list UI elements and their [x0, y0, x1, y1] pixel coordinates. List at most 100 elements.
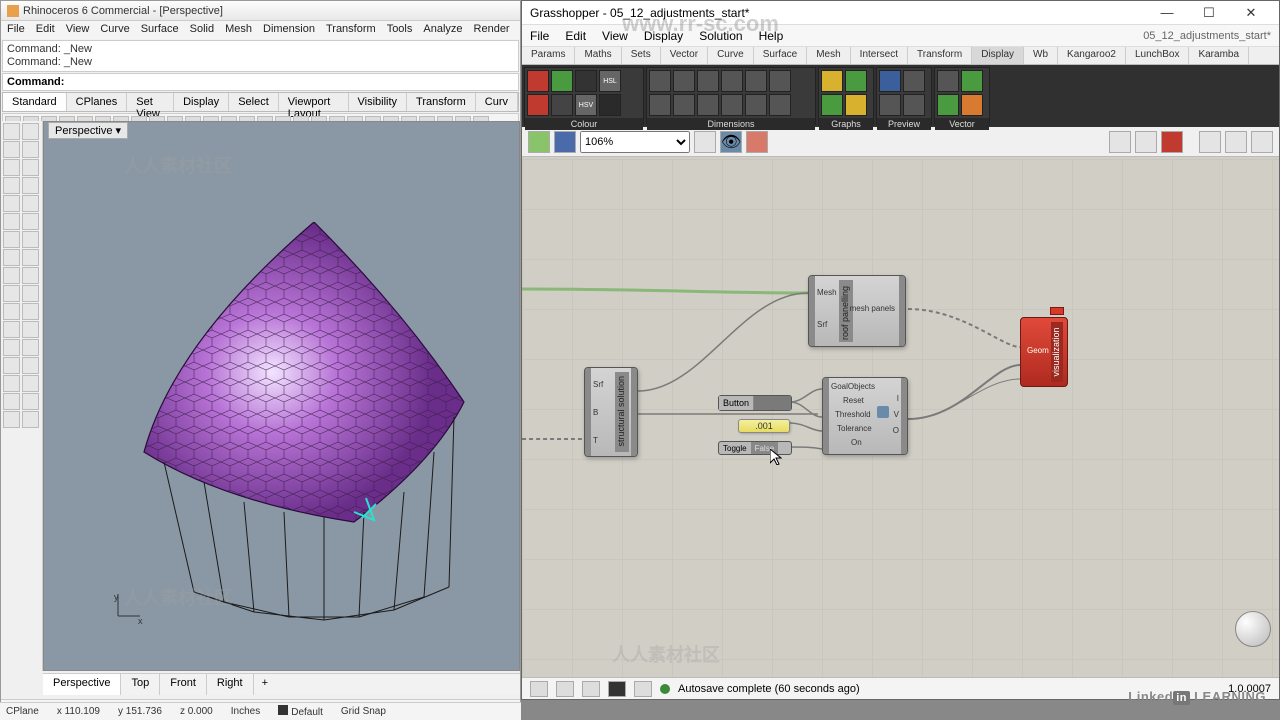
rhino-left-toolbar[interactable] — [1, 121, 43, 671]
tab-standard[interactable]: Standard — [3, 93, 67, 111]
minimize-button[interactable]: — — [1147, 3, 1187, 23]
lt-10[interactable] — [22, 195, 39, 212]
lt-28[interactable] — [22, 357, 39, 374]
lt-21[interactable] — [3, 303, 20, 320]
node-button[interactable]: Button — [718, 395, 792, 411]
lt-7[interactable] — [3, 177, 20, 194]
gh-menu-file[interactable]: File — [530, 29, 549, 43]
lt-3[interactable] — [3, 141, 20, 158]
vtab-front[interactable]: Front — [160, 674, 207, 695]
sb-icon-5[interactable] — [634, 681, 652, 697]
lt-29[interactable] — [3, 375, 20, 392]
ric-icon[interactable] — [937, 70, 959, 92]
gh-menu-edit[interactable]: Edit — [565, 29, 586, 43]
close-button[interactable]: ✕ — [1231, 3, 1271, 23]
tb-r1[interactable] — [1109, 131, 1131, 153]
sb-icon-3[interactable] — [582, 681, 600, 697]
lt-11[interactable] — [3, 213, 20, 230]
status-gridsnap[interactable]: Grid Snap — [341, 706, 386, 717]
ric-icon[interactable] — [649, 70, 671, 92]
node-structural-solution[interactable]: Srf B T structural solution — [584, 367, 638, 457]
tab-viewport-layout[interactable]: Viewport Layout — [279, 93, 349, 111]
ric-icon[interactable] — [721, 70, 743, 92]
vtab-perspective[interactable]: Perspective — [43, 674, 121, 695]
tb-r5[interactable] — [1225, 131, 1247, 153]
rhino-toolbar-tabs[interactable]: Standard CPlanes Set View Display Select… — [2, 92, 519, 112]
ric-icon[interactable] — [745, 94, 767, 116]
ric-icon[interactable] — [599, 94, 621, 116]
gh-tab-mesh[interactable]: Mesh — [807, 47, 850, 64]
gh-tab-intersect[interactable]: Intersect — [851, 47, 908, 64]
ric-icon[interactable] — [769, 94, 791, 116]
gh-tab-display[interactable]: Display — [972, 47, 1024, 64]
ric-icon[interactable] — [903, 70, 925, 92]
gh-ribbon[interactable]: HSLHSV Colour Dimensions Graphs Preview … — [522, 65, 1279, 127]
gh-menu-help[interactable]: Help — [759, 29, 784, 43]
menu-dimension[interactable]: Dimension — [263, 23, 315, 37]
command-input[interactable]: Command: — [2, 73, 519, 91]
tab-curve[interactable]: Curv — [476, 93, 518, 111]
lt-14[interactable] — [22, 231, 39, 248]
tb-r4[interactable] — [1199, 131, 1221, 153]
lt-18[interactable] — [22, 267, 39, 284]
menu-surface[interactable]: Surface — [141, 23, 179, 37]
lt-16[interactable] — [22, 249, 39, 266]
ric-icon[interactable] — [903, 94, 925, 116]
ric-icon[interactable] — [879, 94, 901, 116]
menu-file[interactable]: File — [7, 23, 25, 37]
status-layer[interactable]: Default — [278, 705, 323, 718]
open-icon[interactable] — [528, 131, 550, 153]
gh-menubar[interactable]: File Edit View Display Solution Help 05_… — [522, 25, 1279, 47]
gh-tab-sets[interactable]: Sets — [622, 47, 661, 64]
lt-19[interactable] — [3, 285, 20, 302]
gh-tab-karamba[interactable]: Karamba — [1189, 47, 1249, 64]
tb-r6[interactable] — [1251, 131, 1273, 153]
ric-icon[interactable] — [845, 70, 867, 92]
maximize-button[interactable]: ☐ — [1189, 3, 1229, 23]
gh-tab-params[interactable]: Params — [522, 47, 575, 64]
tab-select[interactable]: Select — [229, 93, 279, 111]
menu-curve[interactable]: Curve — [100, 23, 129, 37]
gh-tab-wb[interactable]: Wb — [1024, 47, 1058, 64]
menu-render[interactable]: Render — [474, 23, 510, 37]
node-roof-panelling[interactable]: Mesh Srf roof panelling mesh panels — [808, 275, 906, 347]
menu-tools[interactable]: Tools — [387, 23, 413, 37]
lt-8[interactable] — [22, 177, 39, 194]
ric-icon[interactable] — [937, 94, 959, 116]
lt-13[interactable] — [3, 231, 20, 248]
lt-12[interactable] — [22, 213, 39, 230]
ric-icon[interactable] — [551, 70, 573, 92]
gh-canvas[interactable]: Mesh Srf roof panelling mesh panels Srf … — [522, 159, 1279, 677]
gh-tab-lunchbox[interactable]: LunchBox — [1126, 47, 1189, 64]
tab-transform[interactable]: Transform — [407, 93, 476, 111]
ric-icon[interactable] — [821, 94, 843, 116]
ric-icon[interactable] — [821, 70, 843, 92]
tab-visibility[interactable]: Visibility — [349, 93, 408, 111]
ric-icon[interactable] — [551, 94, 573, 116]
gh-canvas-toolbar[interactable]: 106% 👁 — [522, 127, 1279, 157]
menu-mesh[interactable]: Mesh — [225, 23, 252, 37]
lt-22[interactable] — [22, 303, 39, 320]
viewport-tabs[interactable]: Perspective Top Front Right + — [43, 673, 520, 695]
sb-icon-1[interactable] — [530, 681, 548, 697]
gh-menu-view[interactable]: View — [602, 29, 628, 43]
rhino-menubar[interactable]: File Edit View Curve Surface Solid Mesh … — [1, 21, 520, 39]
lt-24[interactable] — [22, 321, 39, 338]
lt-25[interactable] — [3, 339, 20, 356]
ric-icon[interactable] — [527, 70, 549, 92]
ric-icon[interactable] — [721, 94, 743, 116]
lt-27[interactable] — [3, 357, 20, 374]
ric-icon[interactable] — [879, 70, 901, 92]
ric-icon[interactable] — [745, 70, 767, 92]
node-visualization[interactable]: Geom visualization — [1020, 317, 1068, 387]
ric-icon[interactable] — [673, 94, 695, 116]
lt-9[interactable] — [3, 195, 20, 212]
preview-toggle-icon[interactable]: 👁 — [720, 131, 742, 153]
lt-23[interactable] — [3, 321, 20, 338]
navigation-ball[interactable] — [1235, 611, 1271, 647]
ric-icon[interactable] — [697, 70, 719, 92]
lt-2[interactable] — [22, 123, 39, 140]
gh-titlebar[interactable]: Grasshopper - 05_12_adjustments_start* —… — [522, 1, 1279, 25]
lt-6[interactable] — [22, 159, 39, 176]
lt-32[interactable] — [22, 393, 39, 410]
